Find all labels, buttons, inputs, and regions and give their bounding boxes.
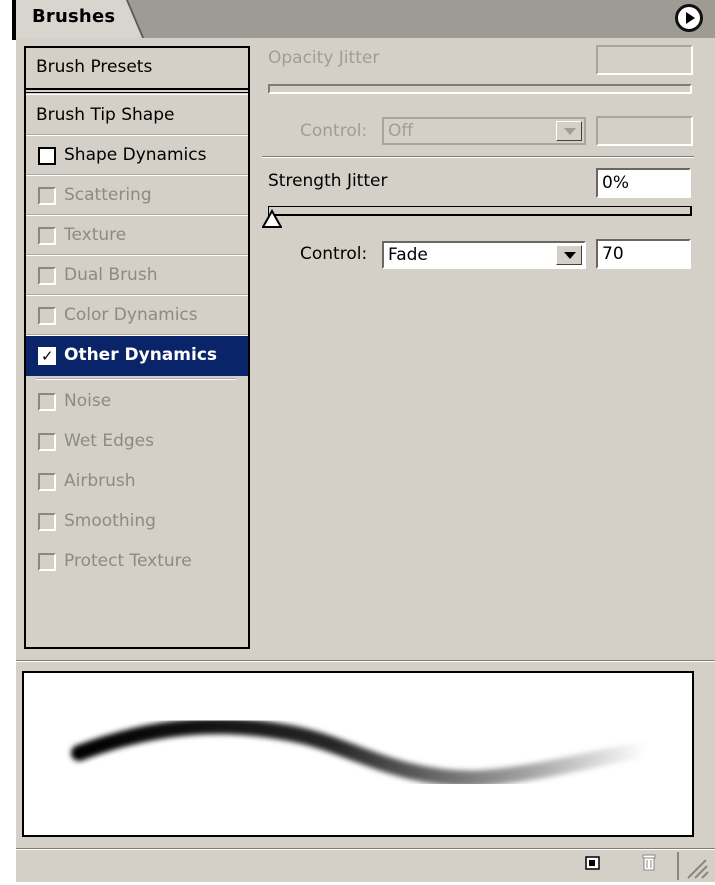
tab-brushes-label: Brushes [32, 6, 116, 27]
strength-control-amount[interactable]: 70 [596, 239, 691, 269]
scattering-checkbox[interactable] [38, 187, 56, 205]
list-item-label: Scattering [64, 185, 152, 205]
list-item-smoothing[interactable]: Smoothing [26, 502, 248, 542]
color-dynamics-checkbox[interactable] [38, 307, 56, 325]
opacity-control-amount[interactable] [596, 116, 693, 146]
strength-jitter-field[interactable]: 0% [596, 168, 691, 198]
opacity-jitter-slider[interactable] [268, 84, 692, 94]
brushes-panel: Brushes Brush Presets Brush Tip Shape Sh… [0, 0, 715, 882]
trash-icon[interactable] [640, 852, 658, 872]
stroke-preview-graphic [71, 718, 654, 787]
shape-dynamics-checkbox[interactable] [38, 147, 56, 165]
strength-control-label: Control: [300, 244, 368, 264]
list-item-wet-edges[interactable]: Wet Edges [26, 422, 248, 462]
list-item-label: Noise [64, 391, 112, 411]
smoothing-checkbox[interactable] [38, 513, 56, 531]
texture-checkbox[interactable] [38, 227, 56, 245]
opacity-jitter-field[interactable] [596, 45, 693, 75]
list-item-texture[interactable]: Texture [26, 216, 248, 256]
opacity-jitter-label: Opacity Jitter [268, 48, 380, 68]
list-item-protect-texture[interactable]: Protect Texture [26, 542, 248, 582]
list-item-shape-dynamics[interactable]: Shape Dynamics [26, 136, 248, 176]
list-item-label: Other Dynamics [64, 345, 218, 365]
list-item-label: Protect Texture [64, 551, 192, 571]
list-item-label: Shape Dynamics [64, 145, 207, 165]
opacity-control-value: Off [388, 121, 414, 141]
noise-checkbox[interactable] [38, 393, 56, 411]
strength-control-value: Fade [388, 245, 428, 265]
strength-jitter-slider[interactable] [268, 206, 692, 216]
list-item-brush-tip-shape[interactable]: Brush Tip Shape [26, 96, 248, 136]
airbrush-checkbox[interactable] [38, 473, 56, 491]
resize-grip-icon[interactable] [676, 852, 710, 880]
list-item-label: Texture [64, 225, 127, 245]
strength-control-select[interactable]: Fade [382, 241, 586, 269]
dropdown-arrow-icon [556, 245, 582, 265]
flyout-menu-arrow-icon[interactable] [675, 4, 703, 32]
dual-brush-checkbox[interactable] [38, 267, 56, 285]
new-brush-icon[interactable] [584, 852, 602, 872]
protect-texture-checkbox[interactable] [38, 553, 56, 571]
list-item-color-dynamics[interactable]: Color Dynamics [26, 296, 248, 336]
wet-edges-checkbox[interactable] [38, 433, 56, 451]
list-item-noise[interactable]: Noise [26, 382, 248, 422]
dropdown-arrow-icon [556, 121, 582, 141]
list-item-airbrush[interactable]: Airbrush [26, 462, 248, 502]
list-item-label: Wet Edges [64, 431, 154, 451]
list-item-label: Airbrush [64, 471, 136, 491]
list-divider [26, 92, 248, 95]
other-dynamics-checkbox[interactable]: ✓ [38, 347, 56, 365]
brush-stroke-preview [22, 671, 694, 837]
list-item-label: Dual Brush [64, 265, 158, 285]
list-divider [36, 378, 236, 380]
list-item-other-dynamics[interactable]: ✓ Other Dynamics [26, 336, 248, 376]
footer-divider [16, 848, 715, 850]
section-divider [262, 156, 694, 158]
checkmark-icon: ✓ [41, 347, 54, 365]
opacity-control-select[interactable]: Off [382, 117, 586, 145]
list-item-label: Smoothing [64, 511, 156, 531]
list-item-label: Color Dynamics [64, 305, 198, 325]
brush-settings-list: Brush Presets Brush Tip Shape Shape Dyna… [24, 46, 250, 649]
opacity-control-label: Control: [300, 121, 368, 141]
preview-divider [16, 660, 715, 662]
strength-jitter-label: Strength Jitter [268, 171, 388, 191]
brush-presets-item[interactable]: Brush Presets [26, 48, 248, 90]
list-item-scattering[interactable]: Scattering [26, 176, 248, 216]
list-item-dual-brush[interactable]: Dual Brush [26, 256, 248, 296]
list-item-label: Brush Tip Shape [36, 105, 175, 125]
brush-presets-label: Brush Presets [36, 57, 153, 77]
